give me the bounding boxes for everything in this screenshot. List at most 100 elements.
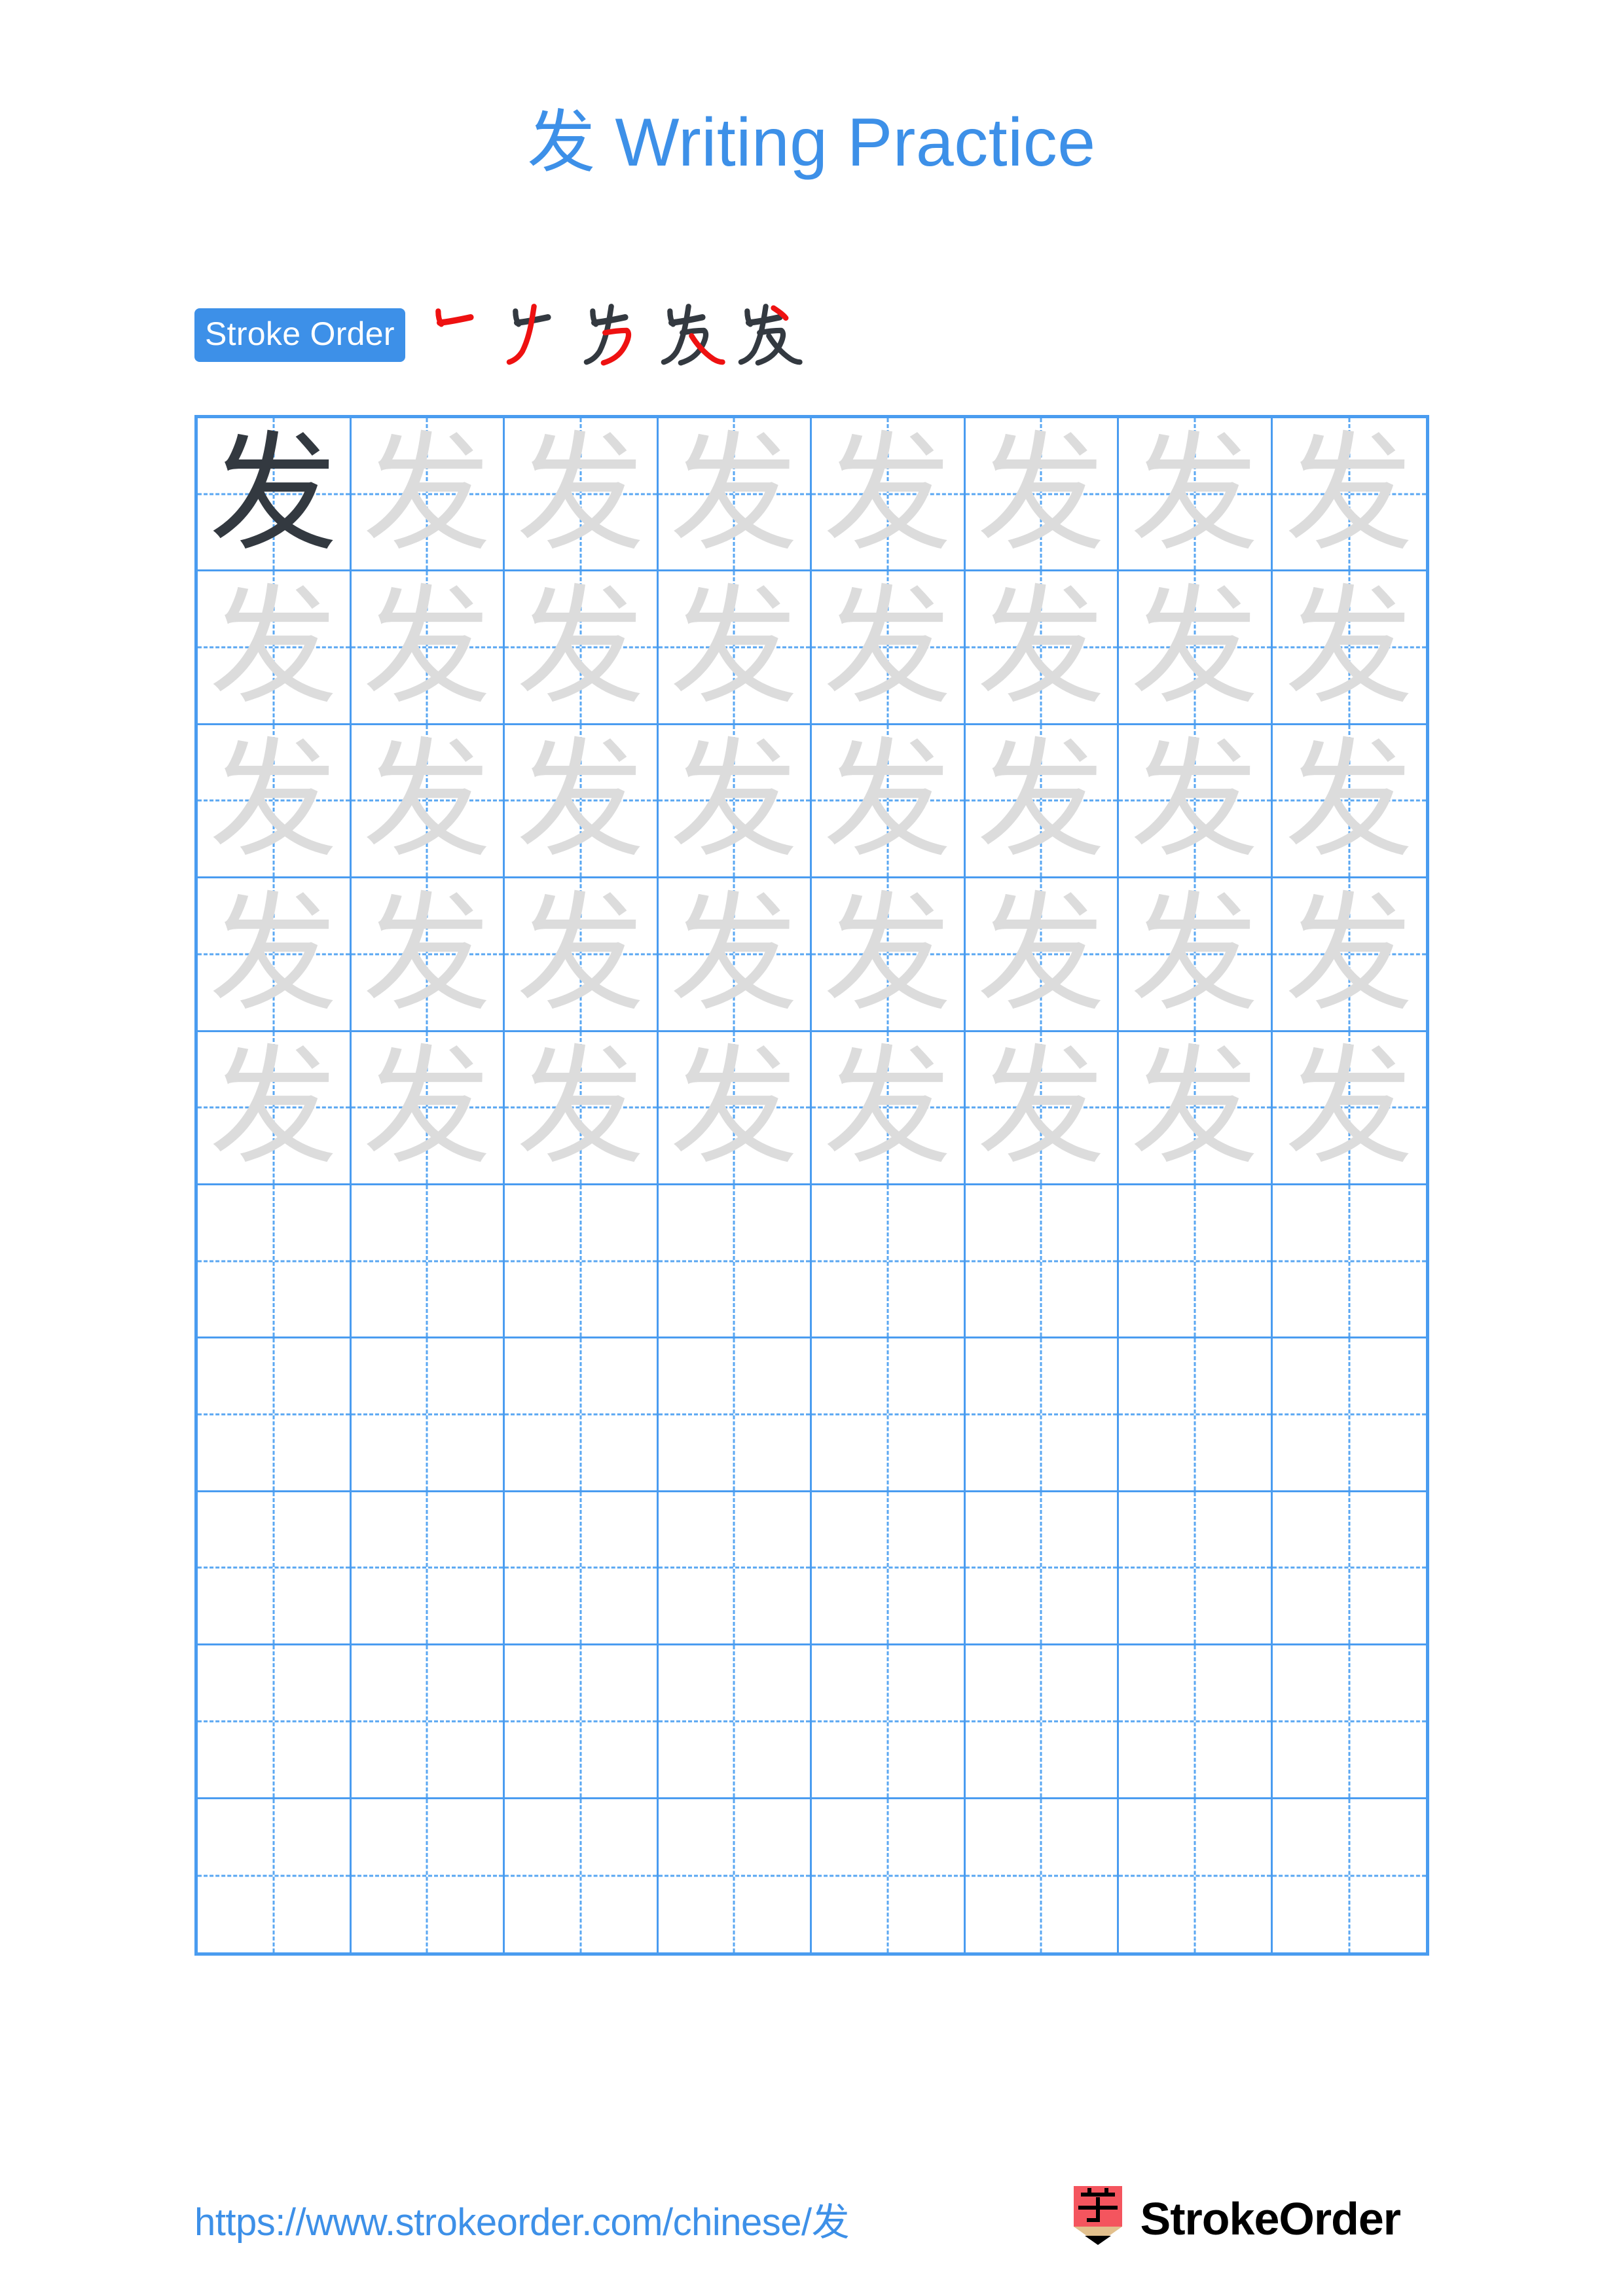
practice-cell-r1-c6[interactable]: 发	[965, 418, 1119, 572]
practice-cell-r10-c3[interactable]	[505, 1799, 659, 1952]
practice-cell-r9-c6[interactable]	[965, 1645, 1119, 1799]
practice-cell-r2-c3[interactable]: 发	[505, 571, 659, 725]
practice-cell-r2-c4[interactable]: 发	[658, 571, 812, 725]
practice-cell-r1-c1[interactable]: 发	[198, 418, 352, 572]
trace-character: 发	[670, 573, 799, 723]
practice-cell-r2-c6[interactable]: 发	[965, 571, 1119, 725]
practice-cell-r3-c5[interactable]: 发	[812, 725, 966, 879]
practice-cell-r1-c3[interactable]: 发	[505, 418, 659, 572]
practice-cell-r10-c7[interactable]	[1119, 1799, 1273, 1952]
practice-cell-r3-c7[interactable]: 发	[1119, 725, 1273, 879]
practice-cell-r5-c7[interactable]: 发	[1119, 1031, 1273, 1185]
practice-cell-r9-c5[interactable]	[812, 1645, 966, 1799]
practice-cell-r6-c1[interactable]	[198, 1185, 352, 1339]
practice-cell-r2-c2[interactable]: 发	[351, 571, 505, 725]
practice-cell-r4-c7[interactable]: 发	[1119, 878, 1273, 1032]
practice-cell-r8-c8[interactable]	[1272, 1492, 1426, 1646]
trace-character: 发	[1130, 726, 1259, 876]
practice-cell-r7-c4[interactable]	[658, 1338, 812, 1492]
trace-character: 发	[363, 1033, 492, 1183]
practice-cell-r1-c7[interactable]: 发	[1119, 418, 1273, 572]
page-title-text: Writing Practice	[615, 105, 1096, 181]
practice-cell-r2-c1[interactable]: 发	[198, 571, 352, 725]
practice-cell-r4-c3[interactable]: 发	[505, 878, 659, 1032]
practice-cell-r6-c8[interactable]	[1272, 1185, 1426, 1339]
practice-cell-r8-c2[interactable]	[351, 1492, 505, 1646]
practice-cell-r6-c6[interactable]	[965, 1185, 1119, 1339]
practice-cell-r1-c5[interactable]: 发	[812, 418, 966, 572]
practice-cell-r10-c6[interactable]	[966, 1799, 1119, 1952]
stroke-diagram-3-icon	[583, 304, 631, 366]
practice-cell-r5-c4[interactable]: 发	[658, 1031, 812, 1185]
practice-cell-r3-c1[interactable]: 发	[198, 725, 352, 879]
practice-cell-r5-c1[interactable]: 发	[198, 1031, 352, 1185]
source-url-link[interactable]: https://www.strokeorder.com/chinese/发	[194, 2191, 850, 2246]
trace-character: 发	[516, 726, 645, 876]
practice-cell-r3-c4[interactable]: 发	[658, 725, 812, 879]
practice-cell-r7-c7[interactable]	[1119, 1338, 1273, 1492]
practice-cell-r7-c8[interactable]	[1272, 1338, 1426, 1492]
practice-cell-r8-c3[interactable]	[505, 1492, 659, 1646]
page-title: 发 Writing Practice	[0, 105, 1623, 180]
stroke-order-badge: Stroke Order	[194, 308, 405, 362]
practice-cell-r9-c8[interactable]	[1272, 1645, 1426, 1799]
practice-cell-r3-c3[interactable]: 发	[505, 725, 659, 879]
practice-cell-r1-c4[interactable]: 发	[658, 418, 812, 572]
trace-character: 发	[670, 879, 799, 1029]
practice-cell-r10-c1[interactable]	[198, 1799, 352, 1952]
trace-character: 发	[823, 573, 952, 723]
practice-cell-r7-c6[interactable]	[965, 1338, 1119, 1492]
practice-cell-r1-c8[interactable]: 发	[1272, 418, 1426, 572]
stroke-diagram-1-icon	[435, 308, 474, 327]
practice-cell-r8-c1[interactable]	[198, 1492, 352, 1646]
trace-character: 发	[670, 726, 799, 876]
practice-cell-r9-c4[interactable]	[658, 1645, 812, 1799]
practice-cell-r5-c8[interactable]: 发	[1272, 1032, 1426, 1185]
model-character: 发	[209, 419, 338, 569]
practice-cell-r2-c5[interactable]: 发	[812, 571, 966, 725]
practice-cell-r8-c4[interactable]	[658, 1492, 812, 1646]
practice-cell-r4-c8[interactable]: 发	[1272, 878, 1426, 1032]
practice-cell-r6-c3[interactable]	[505, 1185, 659, 1339]
practice-cell-r4-c1[interactable]: 发	[198, 878, 352, 1032]
practice-cell-r8-c5[interactable]	[812, 1492, 966, 1646]
practice-cell-r8-c7[interactable]	[1119, 1492, 1273, 1646]
practice-cell-r4-c6[interactable]: 发	[965, 878, 1119, 1032]
practice-cell-r10-c8[interactable]	[1273, 1799, 1427, 1952]
practice-cell-r5-c5[interactable]: 发	[812, 1031, 966, 1185]
practice-cell-r9-c7[interactable]	[1119, 1645, 1273, 1799]
practice-cell-r7-c1[interactable]	[198, 1338, 352, 1492]
stroke-order-section: Stroke Order	[194, 304, 806, 367]
practice-cell-r7-c3[interactable]	[505, 1338, 659, 1492]
practice-cell-r9-c2[interactable]	[351, 1645, 505, 1799]
practice-grid: 发发发发发发发发发发发发发发发发发发发发发发发发发发发发发发发发发发发发发发发发	[194, 415, 1429, 1956]
practice-cell-r3-c8[interactable]: 发	[1272, 725, 1426, 879]
practice-cell-r7-c2[interactable]	[351, 1338, 505, 1492]
pencil-icon	[1070, 2186, 1126, 2251]
practice-cell-r2-c7[interactable]: 发	[1119, 571, 1273, 725]
practice-cell-r3-c2[interactable]: 发	[351, 725, 505, 879]
trace-character: 发	[363, 573, 492, 723]
practice-cell-r5-c2[interactable]: 发	[351, 1031, 505, 1185]
practice-cell-r8-c6[interactable]	[965, 1492, 1119, 1646]
practice-cell-r4-c2[interactable]: 发	[351, 878, 505, 1032]
trace-character: 发	[516, 879, 645, 1029]
practice-cell-r3-c6[interactable]: 发	[965, 725, 1119, 879]
practice-cell-r2-c8[interactable]: 发	[1272, 571, 1426, 725]
practice-cell-r6-c2[interactable]	[351, 1185, 505, 1339]
practice-cell-r6-c5[interactable]	[812, 1185, 966, 1339]
practice-cell-r6-c7[interactable]	[1119, 1185, 1273, 1339]
practice-cell-r5-c3[interactable]: 发	[505, 1031, 659, 1185]
practice-cell-r4-c4[interactable]: 发	[658, 878, 812, 1032]
practice-cell-r5-c6[interactable]: 发	[965, 1031, 1119, 1185]
practice-cell-r7-c5[interactable]	[812, 1338, 966, 1492]
practice-cell-r10-c2[interactable]	[352, 1799, 505, 1952]
practice-cell-r10-c5[interactable]	[812, 1799, 966, 1952]
practice-cell-r1-c2[interactable]: 发	[351, 418, 505, 572]
practice-cell-r6-c4[interactable]	[658, 1185, 812, 1339]
practice-cell-r10-c4[interactable]	[659, 1799, 812, 1952]
practice-cell-r9-c1[interactable]	[198, 1645, 352, 1799]
practice-cell-r9-c3[interactable]	[505, 1645, 659, 1799]
trace-character: 发	[977, 726, 1106, 876]
practice-cell-r4-c5[interactable]: 发	[812, 878, 966, 1032]
